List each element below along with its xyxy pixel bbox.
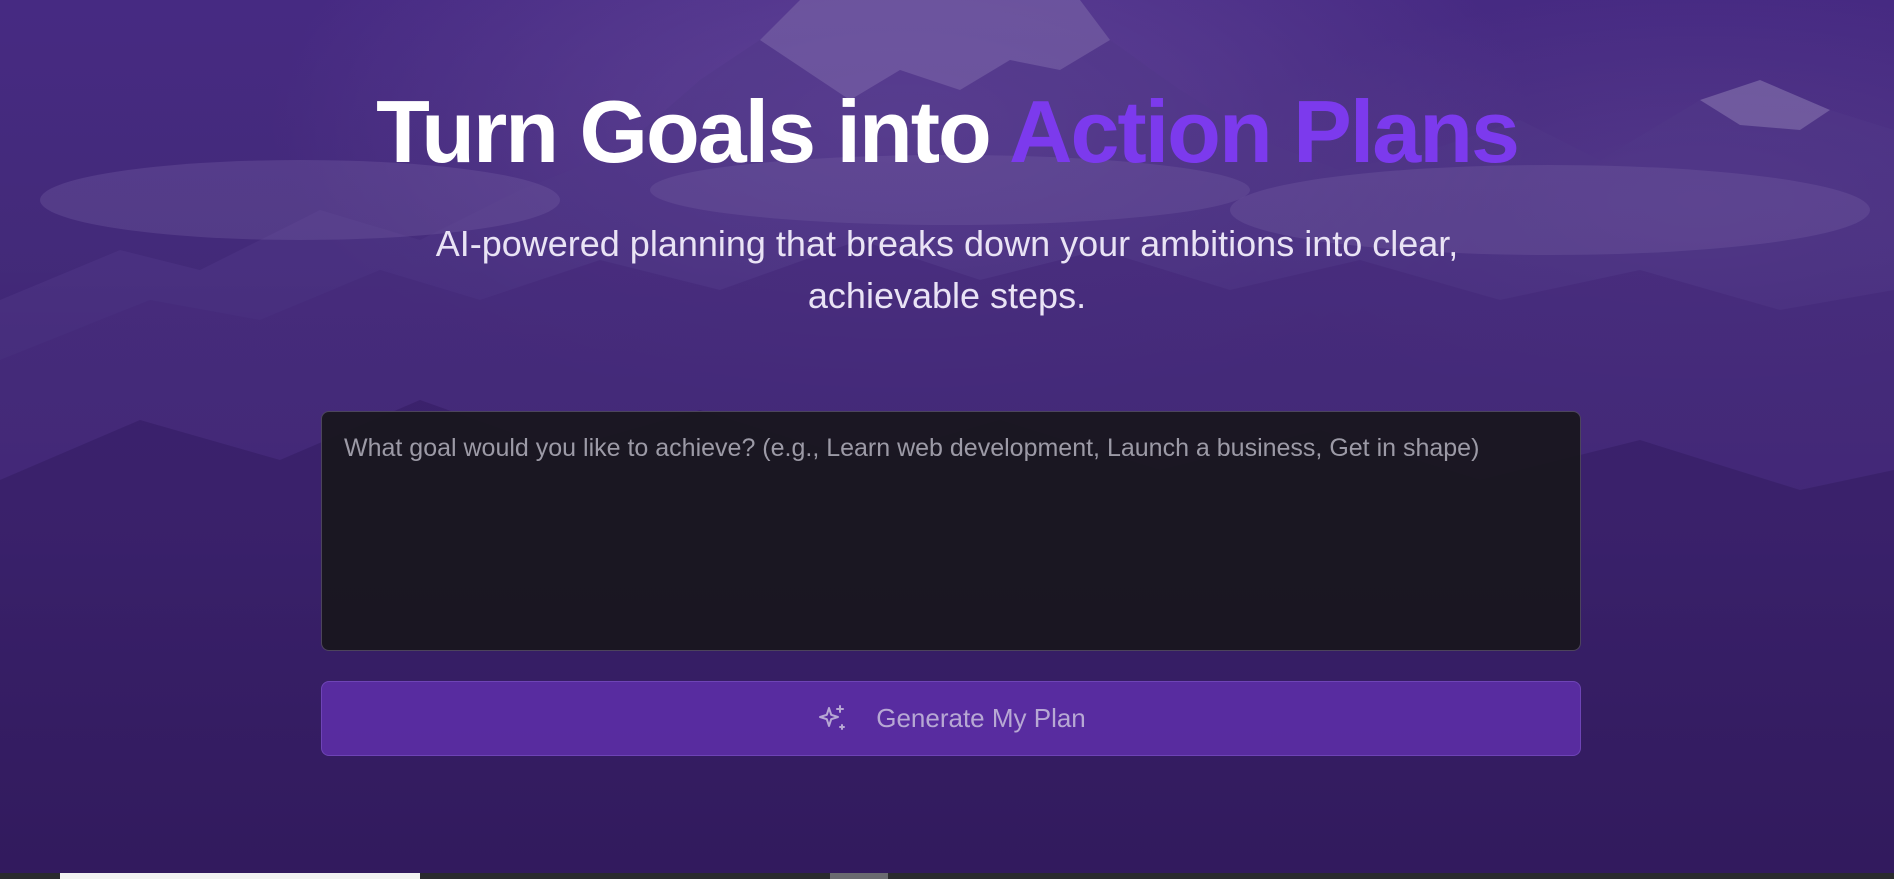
title-main: Turn Goals into <box>376 82 1009 181</box>
bottom-strip-segment <box>60 873 420 879</box>
generate-plan-label: Generate My Plan <box>876 703 1086 733</box>
page-title: Turn Goals into Action Plans <box>0 82 1894 182</box>
bottom-strip-segment <box>830 873 888 879</box>
bottom-scroll-strip <box>0 873 1894 879</box>
sparkles-icon <box>816 703 848 735</box>
goal-input[interactable] <box>321 411 1581 651</box>
generate-plan-button[interactable]: Generate My Plan <box>321 681 1581 756</box>
hero-section: Turn Goals into Action Plans AI-powered … <box>0 0 1894 879</box>
page-subtitle: AI-powered planning that breaks down you… <box>435 223 1459 316</box>
title-accent: Action Plans <box>1008 82 1520 181</box>
